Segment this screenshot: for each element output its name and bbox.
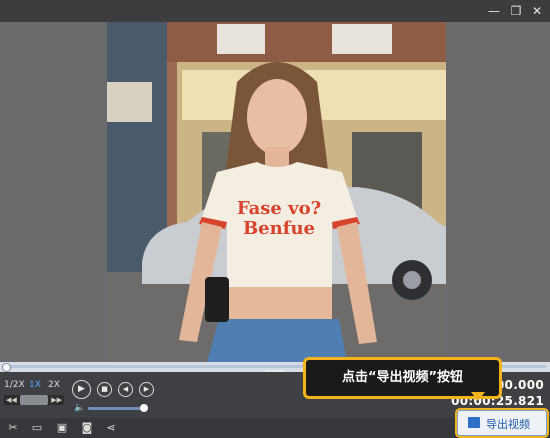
shirt-text-2: Benfue bbox=[243, 218, 315, 239]
tooltip-pointer bbox=[471, 392, 485, 401]
speed-option-double[interactable]: 2X bbox=[48, 380, 60, 390]
save-icon[interactable]: ▣ bbox=[55, 421, 69, 435]
export-video-label: 导出视频 bbox=[486, 418, 530, 431]
volume-handle[interactable] bbox=[140, 404, 148, 412]
speed-increase-icon[interactable]: ▶▶ bbox=[51, 395, 62, 405]
speed-slider[interactable]: ◀◀ ▶▶ bbox=[4, 395, 64, 405]
video-frame[interactable]: Fase vo? Benfue bbox=[107, 22, 446, 362]
open-folder-icon[interactable]: ▭ bbox=[30, 421, 44, 435]
speed-option-normal[interactable]: 1X bbox=[29, 380, 41, 390]
stop-icon[interactable]: ■ bbox=[97, 382, 112, 397]
speed-slider-thumb[interactable] bbox=[20, 395, 48, 405]
speed-decrease-icon[interactable]: ◀◀ bbox=[6, 395, 17, 405]
speed-selector: 1/2X 1X 2X bbox=[4, 378, 64, 392]
cut-icon[interactable]: ✂ bbox=[6, 421, 20, 435]
speed-option-half[interactable]: 1/2X bbox=[4, 380, 25, 390]
export-icon bbox=[468, 417, 480, 428]
video-picture: Fase vo? Benfue bbox=[107, 22, 446, 362]
play-icon[interactable]: ▶ bbox=[72, 380, 91, 399]
shirt-text-1: Fase vo? bbox=[237, 198, 321, 219]
export-video-button[interactable]: 导出视频 bbox=[457, 410, 547, 436]
restore-icon[interactable]: ❐ bbox=[508, 3, 524, 19]
title-bar: — ❐ ✕ bbox=[0, 0, 550, 22]
video-stage: Fase vo? Benfue bbox=[0, 22, 550, 362]
previous-frame-icon[interactable]: ◀ bbox=[118, 382, 133, 397]
seek-handle[interactable] bbox=[2, 363, 11, 372]
minimize-icon[interactable]: — bbox=[486, 3, 502, 19]
volume-icon[interactable]: 🔈 bbox=[74, 403, 85, 413]
close-icon[interactable]: ✕ bbox=[529, 3, 545, 19]
snapshot-icon[interactable]: ◙ bbox=[80, 421, 94, 435]
share-icon[interactable]: ⋖ bbox=[104, 421, 118, 435]
next-frame-icon[interactable]: ▶ bbox=[139, 382, 154, 397]
volume-slider[interactable] bbox=[88, 407, 144, 410]
